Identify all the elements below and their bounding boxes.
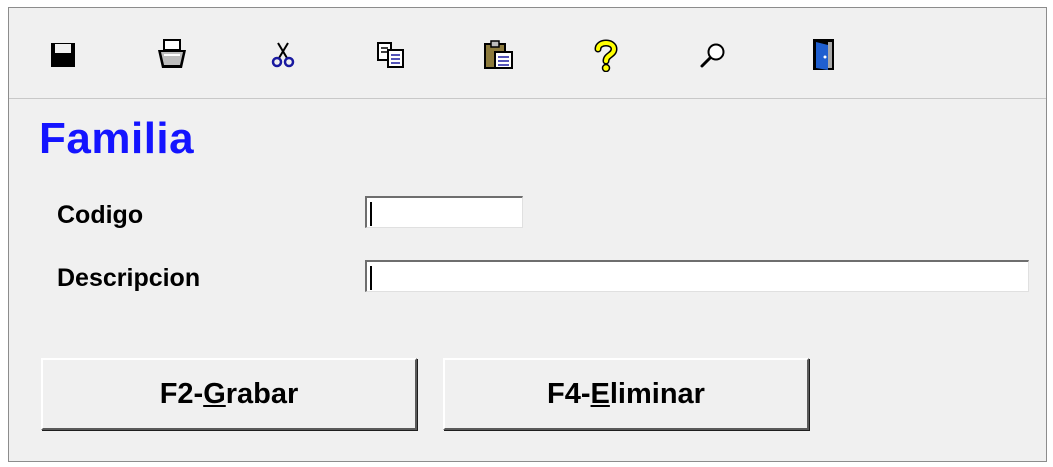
descripcion-field[interactable] xyxy=(365,260,1029,292)
codigo-field[interactable] xyxy=(365,196,523,228)
eliminar-prefix: F4- xyxy=(547,377,591,410)
descripcion-label: Descripcion xyxy=(57,264,201,292)
grabar-button[interactable]: F2- Grabar xyxy=(41,358,417,430)
exit-door-icon[interactable] xyxy=(804,35,844,75)
paste-icon[interactable] xyxy=(479,35,519,75)
text-caret xyxy=(370,266,372,290)
grabar-label-rest: rabar xyxy=(225,377,299,410)
eliminar-mnemonic: E xyxy=(590,377,610,410)
cut-icon[interactable] xyxy=(263,35,303,75)
grabar-mnemonic: G xyxy=(203,377,226,410)
search-icon[interactable] xyxy=(693,35,733,75)
eliminar-label-rest: liminar xyxy=(609,377,705,410)
codigo-label: Codigo xyxy=(57,201,144,229)
eliminar-button[interactable]: F4- Eliminar xyxy=(443,358,809,430)
page-title: Familia xyxy=(39,114,195,163)
help-icon[interactable] xyxy=(586,35,626,75)
form-window: Familia Codigo Descripcion F2- Grabar F4-… xyxy=(8,7,1047,462)
print-icon[interactable] xyxy=(152,35,192,75)
copy-icon[interactable] xyxy=(371,35,411,75)
text-caret xyxy=(370,202,372,226)
save-icon[interactable] xyxy=(43,35,83,75)
grabar-prefix: F2- xyxy=(159,377,204,410)
toolbar xyxy=(9,8,1046,99)
